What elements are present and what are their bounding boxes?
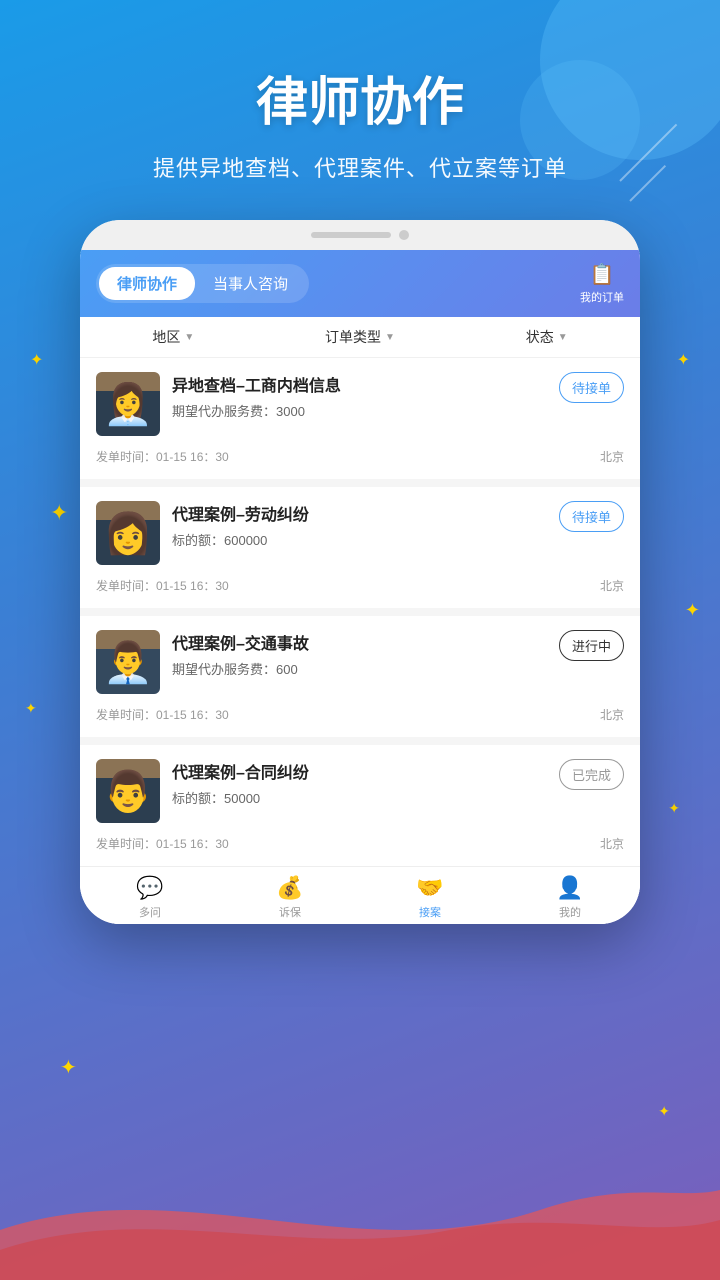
table-row[interactable]: 👩‍💼 异地查档–工商内档信息 期望代办服务费：3000 待接单 发单时间：01… [80,358,640,487]
avatar: 👩 [96,501,160,565]
nav-item-profile[interactable]: 👤 我的 [500,875,640,920]
order-detail: 标的额：50000 [172,788,547,807]
order-time: 发单时间：01-15 16：30 [96,835,229,852]
chevron-down-icon: ▼ [558,332,568,343]
phone-notch [80,220,640,250]
order-info: 代理案例–交通事故 期望代办服务费：600 [172,630,547,678]
chevron-down-icon: ▼ [385,332,395,343]
order-location: 北京 [600,448,624,465]
order-info: 异地查档–工商内档信息 期望代办服务费：3000 [172,372,547,420]
ask-icon: 💬 [136,875,163,901]
order-info: 代理案例–劳动纠纷 标的额：600000 [172,501,547,549]
order-list: 👩‍💼 异地查档–工商内档信息 期望代办服务费：3000 待接单 发单时间：01… [80,358,640,866]
lawsuit-icon: 💰 [276,875,303,901]
nav-label-ask: 多问 [139,904,161,920]
order-title: 代理案例–交通事故 [172,630,547,654]
filter-order-type[interactable]: 订单类型 ▼ [267,327,454,347]
tab-group: 律师协作 当事人咨询 [96,264,309,303]
status-badge[interactable]: 进行中 [559,630,624,661]
tab-lawyer-collab[interactable]: 律师协作 [99,267,195,300]
avatar: 👨 [96,759,160,823]
avatar: 👨‍💼 [96,630,160,694]
filter-region[interactable]: 地区 ▼ [80,327,267,347]
nav-label-accept-case: 接案 [419,904,441,920]
profile-icon: 👤 [556,875,583,901]
page-title: 律师协作 [0,60,720,135]
order-status[interactable]: 进行中 [559,630,624,661]
order-title: 异地查档–工商内档信息 [172,372,547,396]
order-location: 北京 [600,835,624,852]
nav-label-lawsuit: 诉保 [279,904,301,920]
table-row[interactable]: 👨‍💼 代理案例–交通事故 期望代办服务费：600 进行中 发单时间：01-15… [80,616,640,745]
order-info: 代理案例–合同纠纷 标的额：50000 [172,759,547,807]
nav-item-lawsuit[interactable]: 💰 诉保 [220,875,360,920]
chevron-down-icon: ▼ [184,332,194,343]
order-status[interactable]: 待接单 [559,501,624,532]
order-title: 代理案例–合同纠纷 [172,759,547,783]
accept-case-icon: 🤝 [416,875,443,901]
order-title: 代理案例–劳动纠纷 [172,501,547,525]
order-location: 北京 [600,706,624,723]
bottom-nav: 💬 多问 💰 诉保 🤝 接案 👤 我的 [80,866,640,924]
order-location: 北京 [600,577,624,594]
order-time: 发单时间：01-15 16：30 [96,706,229,723]
status-badge[interactable]: 已完成 [559,759,624,790]
filter-bar: 地区 ▼ 订单类型 ▼ 状态 ▼ [80,317,640,358]
phone-mockup: 律师协作 当事人咨询 📋 我的订单 地区 ▼ 订单类型 ▼ 状态 ▼ [80,220,640,924]
order-status[interactable]: 待接单 [559,372,624,403]
nav-item-ask[interactable]: 💬 多问 [80,875,220,920]
status-badge[interactable]: 待接单 [559,501,624,532]
orders-icon: 📋 [590,262,615,287]
order-time: 发单时间：01-15 16：30 [96,577,229,594]
order-detail: 期望代办服务费：3000 [172,401,547,420]
tab-client-consult[interactable]: 当事人咨询 [195,267,306,300]
status-badge[interactable]: 待接单 [559,372,624,403]
order-detail: 期望代办服务费：600 [172,659,547,678]
order-status[interactable]: 已完成 [559,759,624,790]
table-row[interactable]: 👩 代理案例–劳动纠纷 标的额：600000 待接单 发单时间：01-15 16… [80,487,640,616]
my-orders-label: 我的订单 [580,289,624,305]
nav-label-profile: 我的 [559,904,581,920]
nav-item-accept-case[interactable]: 🤝 接案 [360,875,500,920]
my-orders-button[interactable]: 📋 我的订单 [580,262,624,305]
filter-status[interactable]: 状态 ▼ [453,327,640,347]
order-time: 发单时间：01-15 16：30 [96,448,229,465]
table-row[interactable]: 👨 代理案例–合同纠纷 标的额：50000 已完成 发单时间：01-15 16：… [80,745,640,866]
page-subtitle: 提供异地查档、代理案件、代立案等订单 [0,151,720,183]
app-header: 律师协作 当事人咨询 📋 我的订单 [80,250,640,317]
order-detail: 标的额：600000 [172,530,547,549]
avatar: 👩‍💼 [96,372,160,436]
